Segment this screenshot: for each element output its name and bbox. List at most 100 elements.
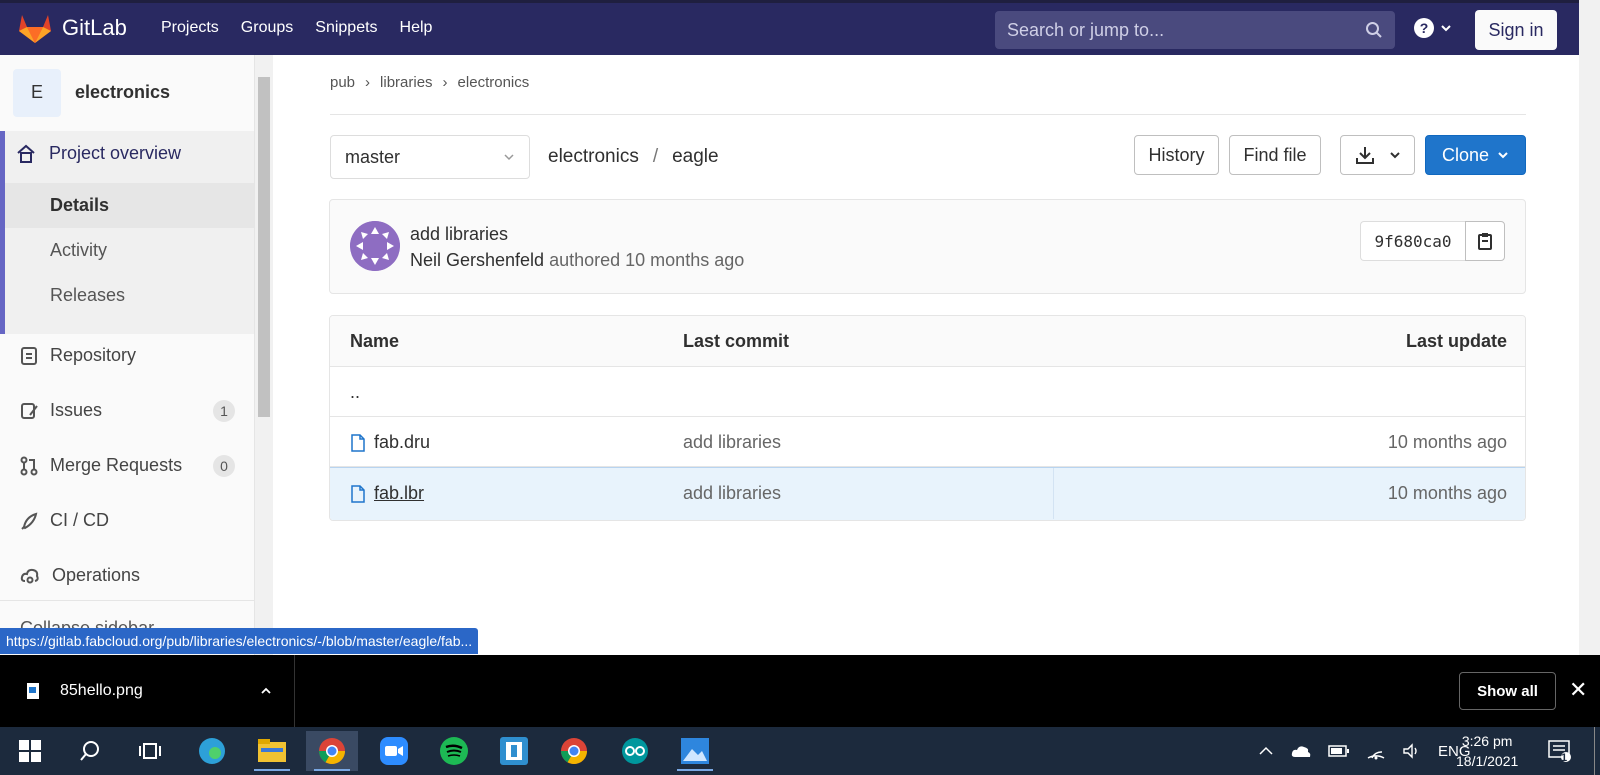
arduino-icon[interactable]	[609, 731, 661, 771]
file-explorer-icon[interactable]	[246, 731, 298, 771]
sidebar-subitem-activity[interactable]: Activity	[5, 228, 254, 273]
notification-count: 1	[1561, 752, 1568, 764]
clipboard-icon	[1478, 233, 1492, 250]
table-row-parent[interactable]: ..	[330, 367, 1525, 417]
link-status-url: https://gitlab.fabcloud.org/pub/librarie…	[0, 628, 479, 654]
breadcrumb: pub › libraries › electronics	[330, 74, 529, 91]
sidebar-subitem-details[interactable]: Details	[5, 183, 254, 228]
edge-icon[interactable]	[186, 731, 238, 771]
path-separator: /	[652, 146, 659, 167]
sidebar-item-issues[interactable]: Issues 1	[0, 388, 254, 433]
speaker-icon[interactable]	[1402, 742, 1422, 760]
sidebar-item-ci-cd[interactable]: CI / CD	[0, 498, 254, 543]
taskbar-search-icon[interactable]	[64, 731, 116, 771]
notification-icon	[1548, 740, 1571, 762]
windows-start-icon[interactable]	[4, 731, 56, 771]
file-name-link[interactable]: fab.lbr	[374, 483, 424, 504]
clone-button[interactable]: Clone	[1425, 135, 1526, 175]
sidebar-scrollbar[interactable]	[255, 55, 273, 655]
file-commit-link[interactable]: add libraries	[683, 483, 781, 504]
project-header[interactable]: E electronics	[0, 55, 254, 130]
sidebar-item-project-overview[interactable]: Project overview	[0, 131, 254, 176]
svg-text:?: ?	[1420, 20, 1429, 36]
file-commit-link[interactable]: add libraries	[683, 432, 781, 453]
history-button[interactable]: History	[1134, 135, 1219, 175]
breadcrumb-divider	[330, 114, 1526, 115]
clock-date: 18/1/2021	[1456, 753, 1519, 769]
file-name-link[interactable]: fab.dru	[374, 432, 430, 453]
path-dir[interactable]: eagle	[672, 146, 719, 168]
commit-author[interactable]: Neil Gershenfeld	[410, 250, 544, 270]
search-input[interactable]: Search or jump to...	[995, 11, 1395, 49]
chevron-up-icon[interactable]	[1258, 743, 1274, 759]
merge-request-icon	[20, 456, 38, 475]
nav-projects[interactable]: Projects	[161, 19, 219, 37]
show-desktop-button[interactable]	[1594, 727, 1595, 775]
commit-time: authored 10 months ago	[549, 250, 745, 270]
battery-icon[interactable]	[1328, 744, 1350, 758]
task-view-icon[interactable]	[124, 731, 176, 771]
download-item[interactable]: 85hello.png	[0, 655, 295, 727]
gitlab-logo[interactable]: GitLab	[18, 12, 127, 44]
sidebar-scroll-thumb[interactable]	[258, 77, 270, 417]
sign-in-button[interactable]: Sign in	[1475, 10, 1557, 50]
image-file-icon	[27, 683, 39, 699]
parent-dir-link[interactable]: ..	[350, 382, 360, 403]
find-file-button[interactable]: Find file	[1229, 135, 1321, 175]
sidebar-item-label: Issues	[50, 400, 103, 420]
onedrive-cloud-icon[interactable]	[1290, 743, 1312, 759]
sidebar-divider	[0, 600, 254, 601]
nav-snippets[interactable]: Snippets	[315, 19, 377, 37]
nav-help[interactable]: Help	[400, 19, 433, 37]
clock[interactable]: 3:26 pm 18/1/2021	[1456, 731, 1518, 771]
breadcrumb-electronics[interactable]: electronics	[458, 74, 530, 91]
project-name: electronics	[75, 82, 171, 102]
table-row[interactable]: fab.dru add libraries 10 months ago	[330, 417, 1525, 467]
sidebar-subitem-releases[interactable]: Releases	[5, 273, 254, 318]
app-window-icon[interactable]	[488, 731, 540, 771]
help-dropdown[interactable]: ?	[1413, 17, 1453, 39]
chevron-right-icon: ›	[365, 74, 371, 91]
merge-requests-count-badge: 0	[213, 454, 235, 477]
chevron-up-icon[interactable]	[259, 684, 273, 698]
commit-title[interactable]: add libraries	[410, 224, 508, 245]
brand-text: GitLab	[62, 15, 127, 40]
commit-sha[interactable]: 9f680ca0	[1360, 221, 1465, 261]
file-updated: 10 months ago	[1387, 483, 1507, 503]
wifi-icon[interactable]	[1366, 742, 1386, 760]
sidebar-item-merge-requests[interactable]: Merge Requests 0	[0, 443, 254, 488]
row-column-divider	[1053, 468, 1054, 519]
sidebar-item-operations[interactable]: Operations	[0, 553, 254, 598]
nav-groups[interactable]: Groups	[241, 19, 293, 37]
path-root[interactable]: electronics	[548, 146, 639, 168]
breadcrumb-libraries[interactable]: libraries	[380, 74, 433, 91]
chrome-icon[interactable]	[306, 731, 358, 771]
download-button[interactable]	[1340, 135, 1415, 175]
photos-icon[interactable]	[669, 731, 721, 771]
page-scrollbar[interactable]	[1579, 0, 1600, 655]
close-icon[interactable]: ✕	[1569, 677, 1587, 703]
spotify-icon[interactable]	[428, 731, 480, 771]
file-cell: fab.lbr	[350, 483, 424, 504]
header-name: Name	[350, 331, 400, 351]
system-tray: ENG	[1258, 727, 1471, 775]
file-table: Name Last commit Last update .. fab.dru …	[329, 315, 1526, 521]
search-icon	[1366, 22, 1382, 38]
breadcrumb-pub[interactable]: pub	[330, 74, 355, 91]
chevron-right-icon: ›	[442, 74, 448, 91]
chevron-down-icon	[1498, 152, 1508, 159]
chrome-icon[interactable]	[548, 731, 600, 771]
table-row[interactable]: fab.lbr add libraries 10 months ago	[330, 467, 1525, 520]
search-placeholder: Search or jump to...	[1007, 19, 1165, 40]
zoom-icon[interactable]	[368, 731, 420, 771]
sidebar-item-label: Repository	[50, 345, 137, 365]
gitlab-fox-icon	[19, 15, 51, 43]
copy-sha-button[interactable]	[1465, 221, 1505, 261]
sidebar-item-repository[interactable]: Repository	[0, 333, 254, 378]
notification-center[interactable]: 1	[1548, 727, 1572, 775]
branch-selector[interactable]: master	[330, 135, 530, 179]
author-avatar[interactable]	[350, 221, 400, 271]
show-all-button[interactable]: Show all	[1459, 672, 1556, 710]
document-icon	[21, 346, 37, 365]
cloud-gear-icon	[20, 568, 39, 583]
